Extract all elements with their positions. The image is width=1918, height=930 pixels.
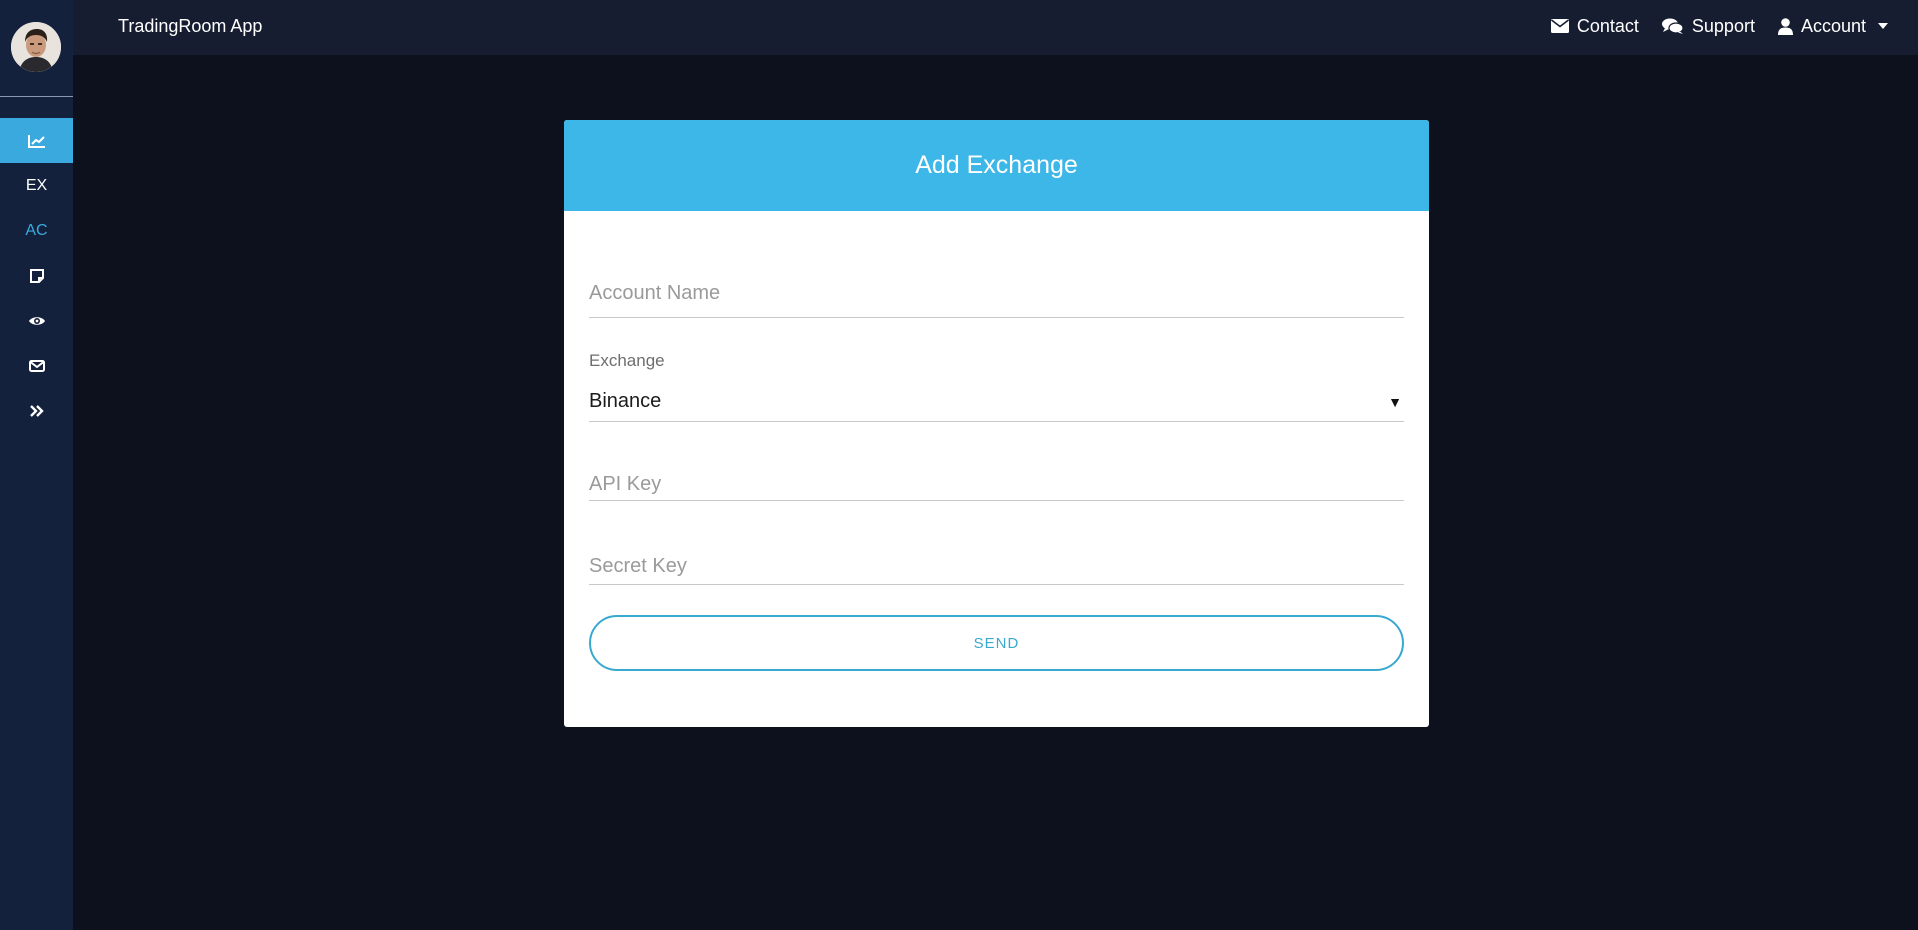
add-exchange-card: Add Exchange Exchange Binance ▼ SEND <box>564 120 1429 727</box>
sidebar-item-label: AC <box>25 221 48 239</box>
api-key-field <box>589 468 1404 501</box>
card-title: Add Exchange <box>564 120 1429 211</box>
sidebar-item-expand[interactable] <box>0 388 73 433</box>
avatar-image <box>11 22 61 72</box>
caret-down-icon <box>1878 23 1888 29</box>
support-link[interactable]: Support <box>1661 15 1755 37</box>
sidebar-item-dashboard[interactable] <box>0 118 73 163</box>
secret-key-input[interactable] <box>589 549 1404 584</box>
sidebar-divider <box>0 96 73 97</box>
contact-link[interactable]: Contact <box>1550 15 1639 37</box>
support-label: Support <box>1691 15 1755 36</box>
double-chevron-right-icon <box>29 404 44 417</box>
eye-icon <box>28 316 45 325</box>
account-name-input[interactable] <box>589 282 1404 305</box>
avatar[interactable] <box>11 22 61 72</box>
sidebar-item-notes[interactable] <box>0 253 73 298</box>
account-name-field <box>589 282 1404 318</box>
sidebar: EX AC <box>0 0 73 930</box>
sidebar-nav: EX AC <box>0 118 73 433</box>
exchange-select[interactable]: Binance ▼ <box>589 382 1404 422</box>
topbar: TradingRoom App Contact Support Account <box>73 0 1918 55</box>
send-button[interactable]: SEND <box>589 615 1404 671</box>
sidebar-item-exchanges[interactable]: EX <box>0 163 73 208</box>
chevron-down-icon: ▼ <box>1388 393 1402 410</box>
comments-icon <box>1661 18 1684 34</box>
account-label: Account <box>1800 15 1866 36</box>
note-icon <box>29 268 44 283</box>
chart-icon <box>27 134 45 148</box>
account-dropdown[interactable]: Account <box>1777 15 1888 37</box>
sidebar-item-messages[interactable] <box>0 343 73 388</box>
exchange-selected-value: Binance <box>589 390 662 412</box>
envelope-icon <box>28 359 45 372</box>
exchange-label: Exchange <box>589 351 665 370</box>
api-key-input[interactable] <box>589 468 1404 500</box>
envelope-icon <box>1550 19 1569 33</box>
secret-key-field <box>589 549 1404 585</box>
sidebar-item-label: EX <box>25 176 48 194</box>
sidebar-item-watch[interactable] <box>0 298 73 343</box>
contact-label: Contact <box>1576 15 1639 36</box>
user-icon <box>1777 17 1793 35</box>
app-title[interactable]: TradingRoom App <box>118 0 262 52</box>
top-nav: Contact Support Account <box>1550 0 1888 52</box>
sidebar-item-accounts[interactable]: AC <box>0 208 73 253</box>
